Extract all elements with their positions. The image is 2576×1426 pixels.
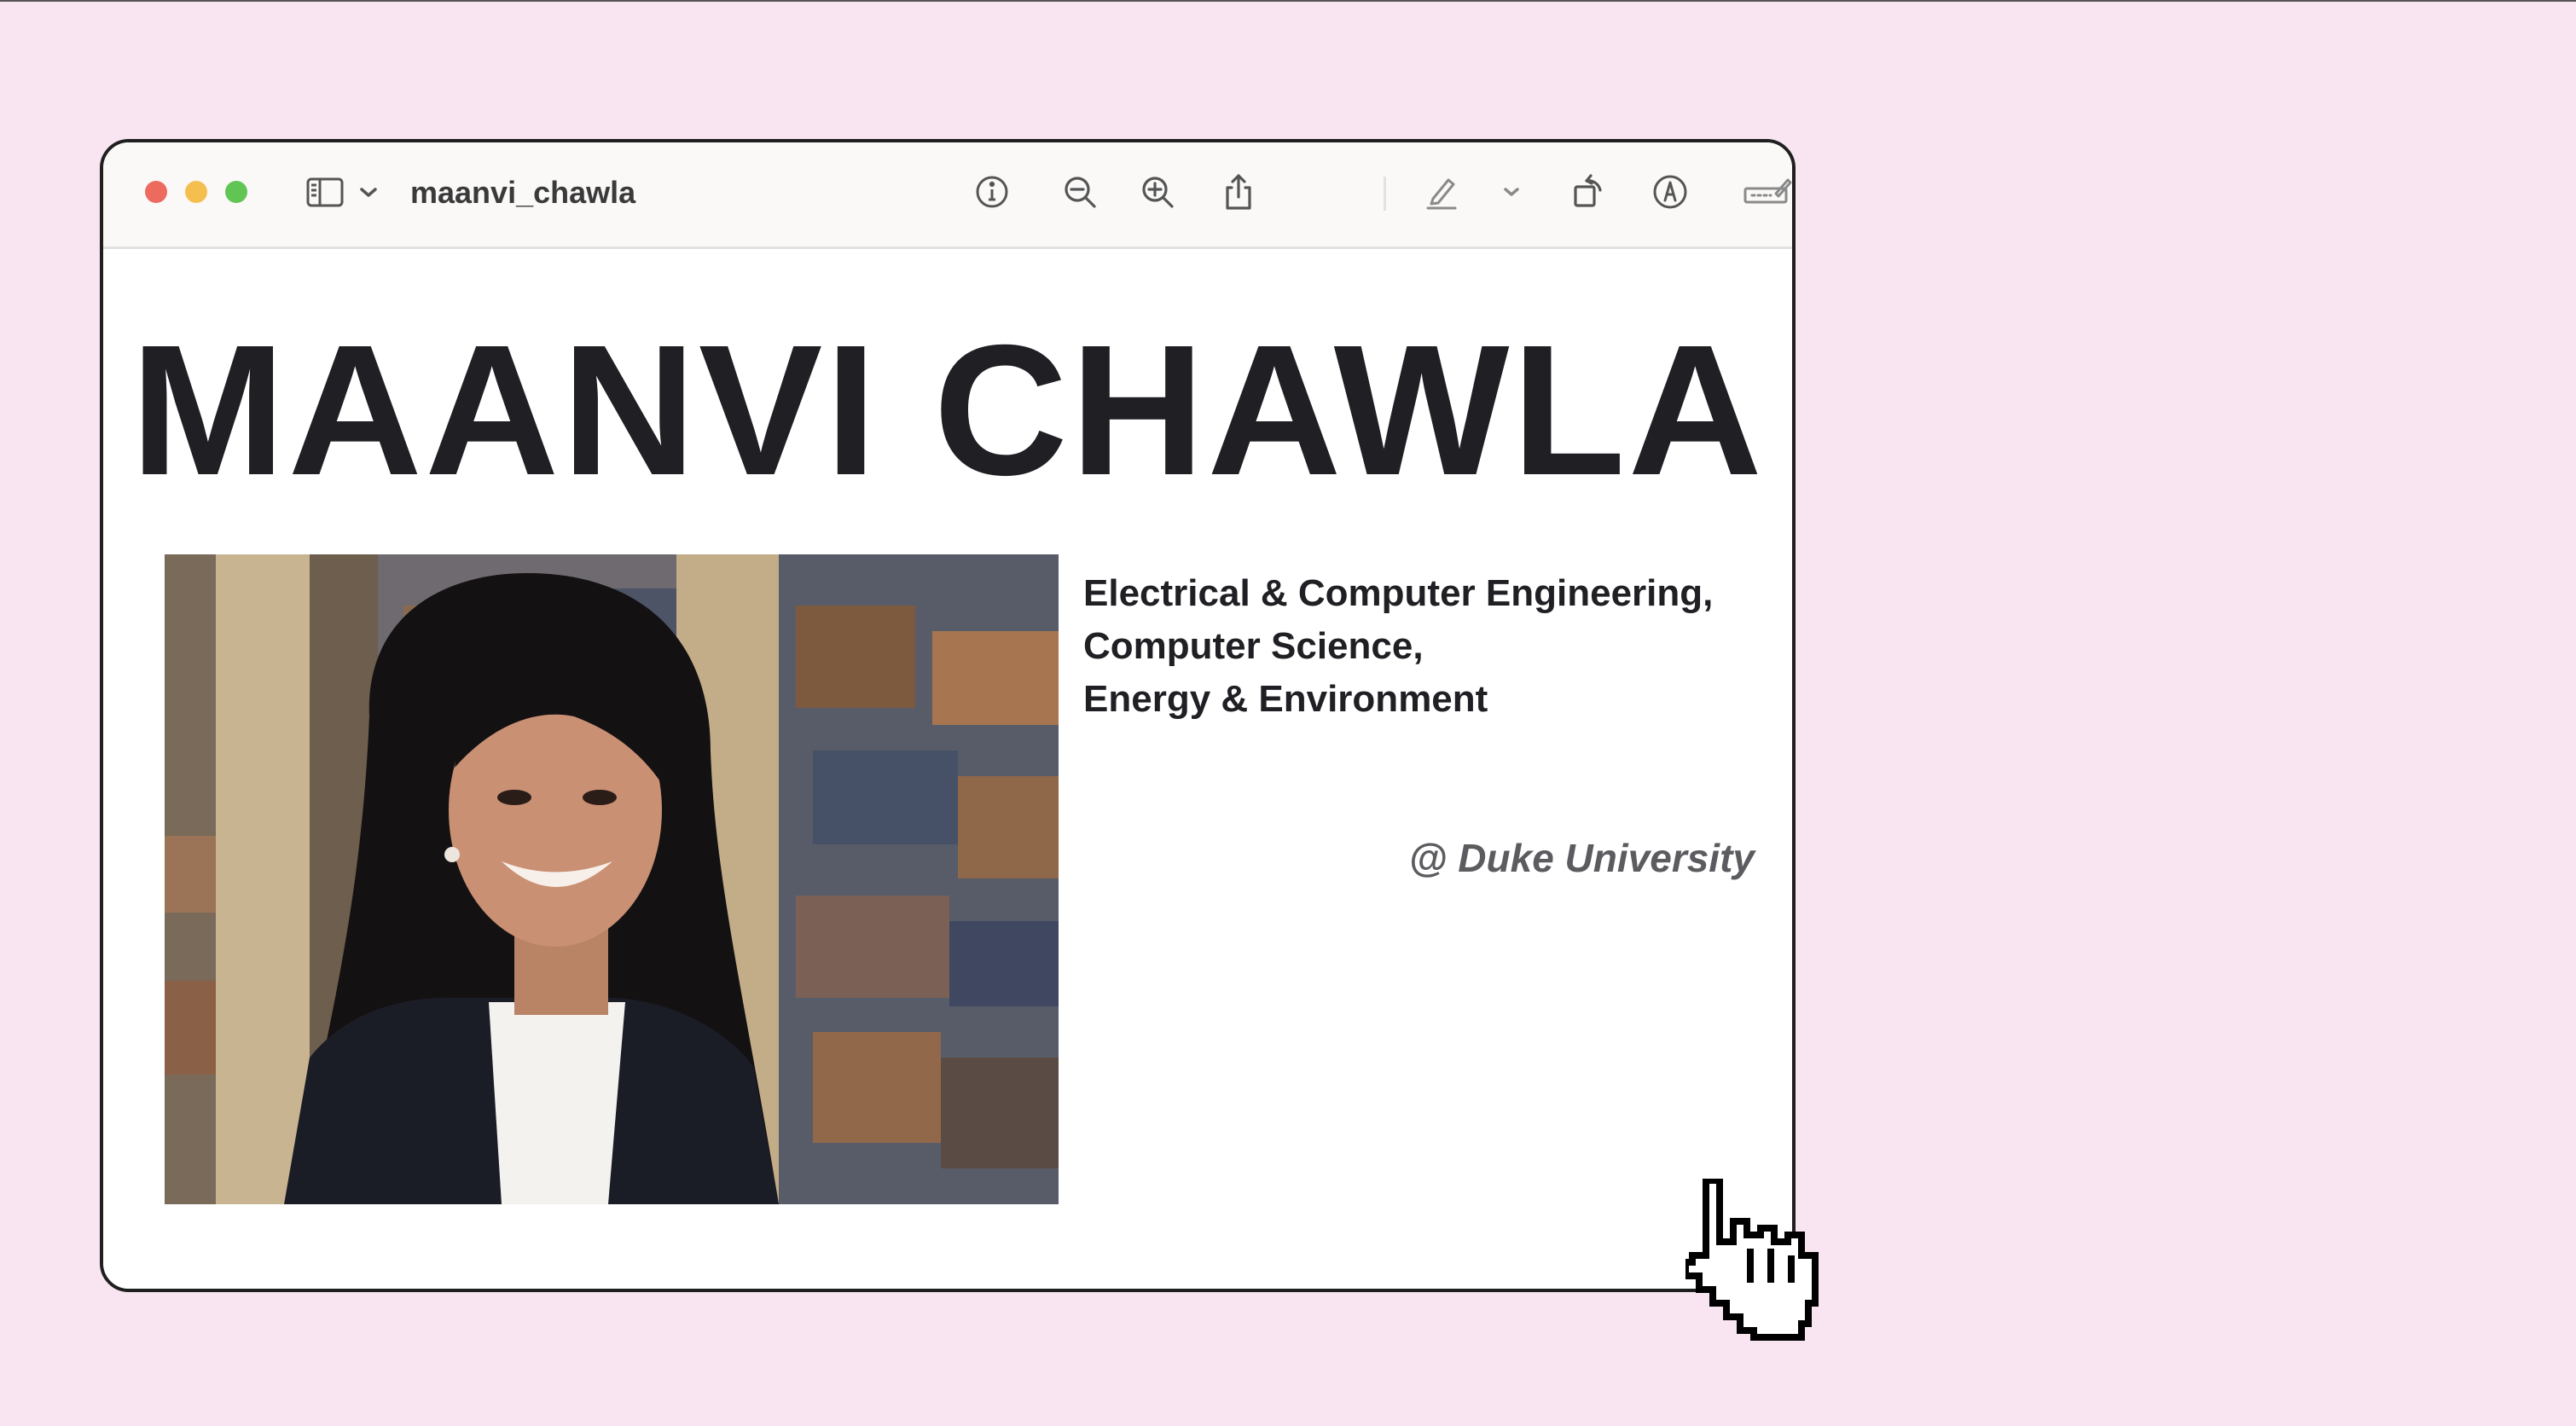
top-edge-line xyxy=(0,0,2576,2)
major-item: Energy & Environment xyxy=(1083,678,1488,720)
university-label: @ Duke University xyxy=(1408,836,1755,880)
sidebar-toggle-icon[interactable] xyxy=(305,171,345,212)
chevron-down-icon[interactable] xyxy=(1499,171,1524,212)
form-fill-icon[interactable] xyxy=(1742,171,1792,212)
zoom-button[interactable] xyxy=(225,181,247,203)
info-icon[interactable] xyxy=(972,171,1012,212)
page-title: MAANVI CHAWLA xyxy=(130,307,1766,514)
preview-window: maanvi_chawla MAANVI CHAWLA Electrical &… xyxy=(100,139,1796,1292)
close-button[interactable] xyxy=(145,181,167,203)
majors-list: Electrical & Computer Engineering, Compu… xyxy=(1083,567,1757,726)
chevron-down-icon[interactable] xyxy=(356,171,381,212)
toolbar-separator xyxy=(1384,177,1386,211)
rotate-icon[interactable] xyxy=(1568,171,1609,212)
profile-photo xyxy=(165,554,1059,1204)
title-bar: maanvi_chawla xyxy=(103,142,1792,249)
zoom-out-icon[interactable] xyxy=(1059,171,1100,212)
highlight-pen-icon[interactable] xyxy=(1421,171,1462,212)
hand-cursor-icon xyxy=(1685,1179,1836,1359)
zoom-in-icon[interactable] xyxy=(1137,171,1178,212)
major-item: Computer Science, xyxy=(1083,625,1424,667)
document-title: maanvi_chawla xyxy=(410,175,636,210)
share-icon[interactable] xyxy=(1218,171,1259,212)
markup-icon[interactable] xyxy=(1650,171,1691,212)
minimize-button[interactable] xyxy=(185,181,207,203)
major-item: Electrical & Computer Engineering, xyxy=(1083,572,1714,614)
document-content: MAANVI CHAWLA Electrical & Computer Engi… xyxy=(103,249,1792,1289)
